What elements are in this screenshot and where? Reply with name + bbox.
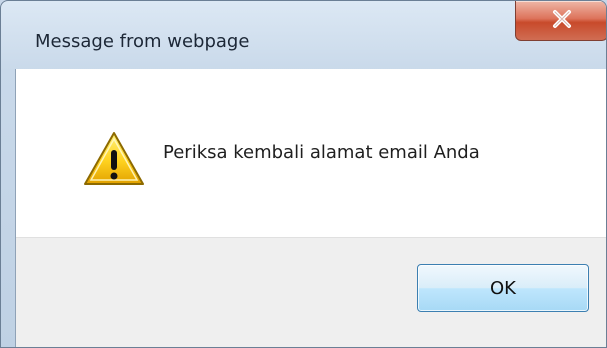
close-button[interactable] [515, 1, 606, 41]
ok-button[interactable]: OK [417, 264, 589, 312]
message-dialog: Message from webpage Periksa kembali ala… [0, 0, 607, 348]
close-icon [553, 10, 571, 28]
dialog-title: Message from webpage [35, 31, 250, 52]
message-text: Periksa kembali alamat email Anda [163, 142, 480, 163]
message-area: Periksa kembali alamat email Anda [16, 69, 606, 237]
dialog-footer: OK [16, 237, 606, 347]
dialog-titlebar[interactable]: Message from webpage [1, 1, 606, 69]
warning-icon [84, 132, 144, 185]
dialog-content: Periksa kembali alamat email Anda OK [15, 69, 606, 347]
